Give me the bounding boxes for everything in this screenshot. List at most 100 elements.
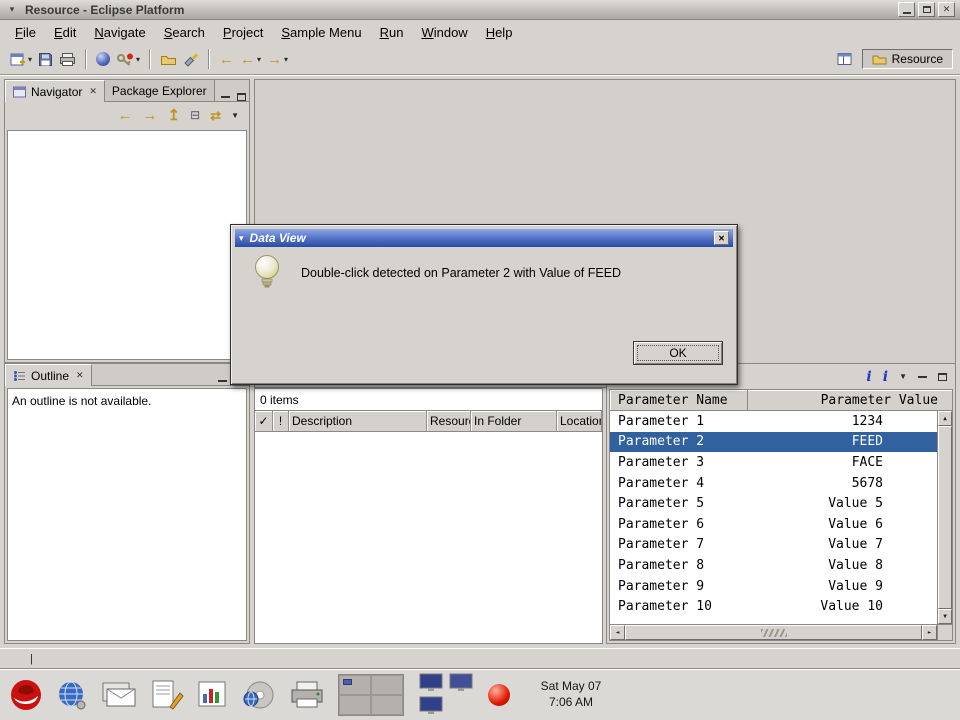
tasks-col-complete[interactable]: ✓ (255, 411, 273, 431)
email-button[interactable] (101, 680, 137, 710)
tasks-col-in-folder[interactable]: In Folder (471, 411, 557, 431)
param-value: 1234 (748, 414, 937, 429)
param-row-7[interactable]: Parameter 7Value 7 (610, 535, 937, 556)
vertical-scrollbar[interactable]: ▲ ▼ (937, 411, 952, 624)
menu-item-edit[interactable]: Edit (45, 22, 85, 43)
back-button[interactable]: ←▾ (237, 50, 264, 69)
web-browser-button[interactable] (56, 679, 88, 711)
window-titlebar[interactable]: ▾ Resource - Eclipse Platform ✕ (0, 0, 960, 20)
info-icon[interactable]: i (866, 369, 871, 385)
param-row-9[interactable]: Parameter 9Value 9 (610, 576, 937, 597)
tasks-col-resource[interactable]: Resource (427, 411, 471, 431)
param-row-5[interactable]: Parameter 5Value 5 (610, 493, 937, 514)
param-row-1[interactable]: Parameter 11234 (610, 411, 937, 432)
perspective-label: Resource (892, 52, 943, 66)
window-menu-icon[interactable]: ▾ (5, 3, 19, 17)
info-icon[interactable]: i (883, 369, 888, 385)
toolbar-separator (208, 49, 210, 69)
open-resource-button[interactable] (157, 51, 180, 68)
status-left: | (30, 653, 33, 665)
navigator-icon (13, 86, 26, 98)
menu-item-help[interactable]: Help (477, 22, 522, 43)
dialog-message: Double-click detected on Parameter 2 wit… (301, 266, 621, 280)
minimize-button[interactable] (898, 2, 915, 17)
tasks-col-priority[interactable]: ! (273, 411, 289, 431)
back-icon[interactable]: ← (118, 108, 133, 123)
workspace-3[interactable] (339, 695, 371, 715)
dialog-titlebar[interactable]: ▾ Data View ✕ (235, 229, 733, 247)
sample-action-button[interactable]: ▾ (113, 50, 143, 69)
param-row-2[interactable]: Parameter 2FEED (610, 432, 937, 453)
ok-button[interactable]: OK (633, 341, 723, 365)
close-button[interactable]: ✕ (938, 2, 955, 17)
open-perspective-button[interactable] (834, 50, 856, 68)
save-button[interactable] (35, 50, 56, 69)
tab-outline[interactable]: Outline ✕ (5, 364, 92, 386)
maximize-button[interactable] (918, 2, 935, 17)
desktop: ▾ Resource - Eclipse Platform ✕ File Edi… (0, 0, 960, 720)
workspace-switcher[interactable] (338, 674, 404, 716)
documents-button[interactable] (150, 679, 184, 711)
navigator-tree[interactable] (7, 130, 247, 360)
menu-item-search[interactable]: Search (155, 22, 214, 43)
menu-item-navigate[interactable]: Navigate (85, 22, 154, 43)
redhat-menu-button[interactable] (9, 678, 43, 712)
scrollbar-thumb[interactable] (625, 625, 922, 640)
web-disc-button[interactable] (242, 679, 276, 711)
menu-item-file[interactable]: File (6, 22, 45, 43)
param-row-10[interactable]: Parameter 10Value 10 (610, 596, 937, 617)
collapse-all-icon[interactable]: ⊟ (190, 108, 200, 122)
sample-sphere-button[interactable] (93, 50, 113, 68)
menu-item-project[interactable]: Project (214, 22, 272, 43)
workspace-4[interactable] (371, 695, 403, 715)
last-edit-button[interactable]: ← (216, 50, 237, 69)
scroll-right-icon[interactable]: ► (922, 625, 937, 640)
clock[interactable]: Sat May 07 7:06 AM (503, 678, 639, 710)
menu-item-sample-menu[interactable]: Sample Menu (272, 22, 370, 43)
horizontal-scrollbar[interactable]: ◄ ► (610, 624, 937, 640)
dialog-menu-icon[interactable]: ▾ (239, 233, 244, 244)
scroll-down-icon[interactable]: ▼ (938, 609, 952, 624)
scroll-left-icon[interactable]: ◄ (610, 625, 625, 640)
workspace-1[interactable] (339, 675, 371, 695)
tasks-list[interactable] (255, 432, 602, 643)
window-list[interactable] (417, 673, 475, 717)
view-menu-icon[interactable]: ▼ (899, 372, 907, 381)
menu-item-window[interactable]: Window (412, 22, 476, 43)
view-menu-icon[interactable]: ▼ (231, 111, 239, 120)
param-row-3[interactable]: Parameter 3FACE (610, 452, 937, 473)
maximize-view-icon[interactable] (938, 373, 947, 381)
maximize-view-icon[interactable] (237, 93, 246, 101)
param-row-4[interactable]: Parameter 45678 (610, 473, 937, 494)
tasks-col-description[interactable]: Description (289, 411, 427, 431)
presentation-button[interactable] (197, 680, 229, 710)
scrollbar-thumb[interactable] (938, 426, 952, 609)
dialog-close-button[interactable]: ✕ (714, 231, 729, 245)
col-parameter-value[interactable]: Parameter Value (748, 390, 952, 410)
param-value: Value 9 (748, 579, 937, 594)
up-icon[interactable]: ↥ (168, 108, 181, 123)
tab-package-explorer[interactable]: Package Explorer (105, 80, 215, 101)
new-wizard-button[interactable]: ▾ (7, 50, 35, 69)
search-button[interactable] (180, 50, 202, 69)
minimize-view-icon[interactable] (221, 96, 230, 98)
workspace-2[interactable] (371, 675, 403, 695)
taskbar (0, 668, 960, 720)
perspective-resource-button[interactable]: Resource (862, 49, 953, 69)
close-icon[interactable]: ✕ (87, 86, 97, 97)
col-parameter-name[interactable]: Parameter Name (610, 390, 748, 410)
scroll-up-icon[interactable]: ▲ (938, 411, 952, 426)
menu-item-run[interactable]: Run (371, 22, 413, 43)
printer-button[interactable] (289, 680, 325, 710)
tab-navigator[interactable]: Navigator ✕ (5, 80, 105, 102)
minimize-view-icon[interactable] (218, 380, 227, 382)
param-row-6[interactable]: Parameter 6Value 6 (610, 514, 937, 535)
close-icon[interactable]: ✕ (74, 370, 84, 381)
link-editor-icon[interactable]: ⇄ (210, 109, 221, 122)
forward-button[interactable]: →▾ (264, 50, 291, 69)
param-row-8[interactable]: Parameter 8Value 8 (610, 555, 937, 576)
tasks-col-location[interactable]: Location (557, 411, 602, 431)
forward-icon[interactable]: → (143, 108, 158, 123)
minimize-view-icon[interactable] (918, 376, 927, 378)
print-button[interactable] (56, 50, 79, 69)
